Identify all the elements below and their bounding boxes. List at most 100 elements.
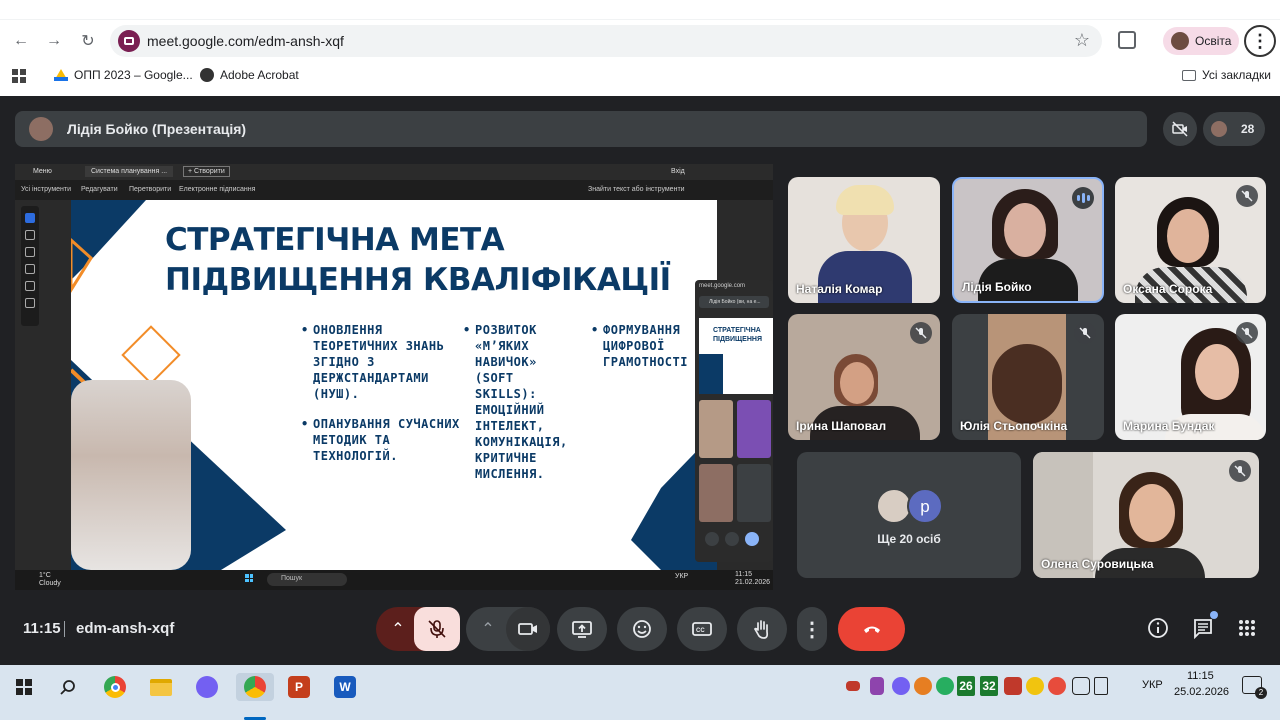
- participant-name: Олена Суровицька: [1041, 557, 1154, 571]
- end-call-icon: [863, 626, 880, 633]
- slide-bullet: ОНОВЛЕННЯ ТЕОРЕТИЧНИХ ЗНАНЬ ЗГІДНО З ДЕР…: [301, 322, 461, 402]
- file-explorer-icon[interactable]: [147, 673, 175, 701]
- nested-meet-presenter: Лідія Бойко (ви, на е...: [699, 296, 769, 308]
- nested-meet-url: meet.google.com: [699, 283, 746, 289]
- tray-icon[interactable]: [846, 681, 860, 691]
- tray-icon[interactable]: [1048, 677, 1066, 695]
- tray-icon[interactable]: [936, 677, 954, 695]
- present-button[interactable]: [557, 607, 607, 651]
- powerpoint-icon[interactable]: P: [285, 673, 313, 701]
- hand-icon: [753, 620, 769, 639]
- participant-tile[interactable]: Марина Бундак: [1115, 314, 1266, 440]
- google-drive-icon: [54, 69, 68, 81]
- url-text[interactable]: meet.google.com/edm-ansh-xqf: [147, 33, 344, 49]
- more-participants-label: Ще 20 осіб: [877, 532, 941, 546]
- all-bookmarks-label: Усі закладки: [1202, 68, 1272, 82]
- profile-button[interactable]: Освіта: [1163, 27, 1239, 55]
- tray-icon[interactable]: [1026, 677, 1044, 695]
- camera-off-icon[interactable]: [1163, 112, 1197, 146]
- slide-bullet: ОПАНУВАННЯ СУЧАСНИХ МЕТОДИК ТА ТЕХНОЛОГІ…: [301, 416, 461, 464]
- address-bar[interactable]: meet.google.com/edm-ansh-xqf ☆: [110, 25, 1102, 57]
- mic-toggle-button[interactable]: [414, 607, 460, 651]
- viber-icon[interactable]: [193, 673, 221, 701]
- shared-tab-active: Система планування ...: [85, 166, 174, 177]
- word-icon[interactable]: W: [331, 673, 359, 701]
- participant-face: [840, 362, 874, 404]
- divider: [64, 621, 65, 637]
- participants-avatar: [1211, 121, 1227, 137]
- chat-icon[interactable]: [1190, 611, 1218, 641]
- more-vert-icon: ⋮: [802, 618, 822, 641]
- activities-grid-icon[interactable]: [1234, 615, 1260, 641]
- chrome-icon[interactable]: [101, 673, 129, 701]
- shared-signin: Вхід: [671, 168, 685, 175]
- captions-button[interactable]: CC: [677, 607, 727, 651]
- participant-name: Марина Бундак: [1123, 419, 1215, 433]
- bookmark-star-icon[interactable]: ☆: [1074, 30, 1090, 51]
- camera-control-group: ⌃: [466, 607, 550, 651]
- camera-options-chevron-icon[interactable]: ⌃: [466, 607, 510, 651]
- chrome-profile-icon[interactable]: [236, 673, 274, 701]
- all-bookmarks[interactable]: Усі закладки: [1182, 68, 1271, 82]
- tray-badge[interactable]: 26: [957, 676, 975, 696]
- network-icon[interactable]: [1072, 677, 1090, 695]
- participant-tile[interactable]: Олена Суровицька: [1033, 452, 1259, 578]
- participant-tile[interactable]: Ірина Шаповал: [788, 314, 940, 440]
- bookmark-acrobat[interactable]: Adobe Acrobat: [200, 68, 299, 82]
- meet-site-icon[interactable]: [118, 30, 140, 52]
- mic-muted-icon: [1236, 322, 1258, 344]
- shared-toolbar: Усі інструменти Редагувати Перетворити Е…: [15, 180, 773, 200]
- reload-icon[interactable]: ↻: [77, 30, 99, 52]
- forward-icon[interactable]: →: [43, 30, 65, 52]
- stamp-tool-icon: [25, 298, 35, 308]
- search-icon[interactable]: [54, 673, 82, 701]
- participant-face: [1129, 484, 1175, 542]
- presentation-slide: СТРАТЕГІЧНА МЕТА ПІДВИЩЕННЯ КВАЛІФІКАЦІЇ…: [71, 200, 717, 570]
- lasso-tool-icon: [25, 264, 35, 274]
- tray-icon[interactable]: [870, 677, 884, 695]
- meeting-info-icon[interactable]: [1145, 615, 1171, 641]
- notifications-icon[interactable]: 2: [1242, 676, 1267, 699]
- apps-grid-icon[interactable]: [12, 69, 26, 83]
- participant-tile[interactable]: Юлія Стьопочкіна: [952, 314, 1104, 440]
- shared-search-label: Пошук: [281, 575, 303, 582]
- slide-bullets-col1: ОНОВЛЕННЯ ТЕОРЕТИЧНИХ ЗНАНЬ ЗГІДНО З ДЕР…: [301, 322, 461, 478]
- windows-start-icon[interactable]: [10, 673, 38, 701]
- meet-stage: Лідія Бойко (Презентація) 28 Меню Систем…: [0, 96, 1280, 665]
- browser-menu-icon[interactable]: ⋮: [1244, 25, 1276, 57]
- tray-badge[interactable]: 32: [980, 676, 998, 696]
- raise-hand-button[interactable]: [737, 607, 787, 651]
- text-tool-icon: [25, 281, 35, 291]
- participant-tile[interactable]: Оксана Сорока: [1115, 177, 1266, 303]
- tray-time[interactable]: 11:15: [1187, 670, 1214, 682]
- participant-tile-speaking[interactable]: Лідія Бойко: [952, 177, 1104, 303]
- nested-tile: [699, 464, 733, 522]
- speaking-indicator-icon: [1072, 187, 1094, 209]
- tray-date[interactable]: 25.02.2026: [1174, 686, 1229, 698]
- shared-weather-temp: 1°C: [39, 572, 51, 579]
- camera-toggle-button[interactable]: [506, 607, 550, 651]
- presenter-title: Лідія Бойко (Презентація): [67, 121, 247, 137]
- more-avatar-initial: p: [907, 488, 943, 524]
- shared-date: 21.02.2026: [735, 579, 771, 586]
- tray-icon[interactable]: [914, 677, 932, 695]
- bookmark-opp[interactable]: ОПП 2023 – Google...: [54, 68, 193, 82]
- tray-lang[interactable]: УКР: [1142, 679, 1163, 691]
- participant-name: Ірина Шаповал: [796, 419, 887, 433]
- folder-icon: [1182, 69, 1196, 81]
- shared-screen[interactable]: Меню Система планування ... + Створити В…: [15, 164, 773, 590]
- pdf-left-toolbar: [15, 200, 71, 570]
- tray-viber-icon[interactable]: [892, 677, 910, 695]
- extensions-icon[interactable]: [1118, 31, 1136, 49]
- emoji-button[interactable]: [617, 607, 667, 651]
- tray-icon[interactable]: [1004, 677, 1022, 695]
- leave-call-button[interactable]: [838, 607, 905, 651]
- back-icon[interactable]: ←: [10, 30, 32, 52]
- participant-tile[interactable]: Наталія Комар: [788, 177, 940, 303]
- volume-icon[interactable]: [1094, 677, 1108, 695]
- mic-muted-icon: [1229, 460, 1251, 482]
- more-participants-tile[interactable]: p Ще 20 осіб: [797, 452, 1021, 578]
- more-options-button[interactable]: ⋮: [797, 607, 827, 651]
- participants-button[interactable]: 28: [1203, 112, 1265, 146]
- browser-chrome: ← → ↻ meet.google.com/edm-ansh-xqf ☆ Осв…: [0, 0, 1280, 96]
